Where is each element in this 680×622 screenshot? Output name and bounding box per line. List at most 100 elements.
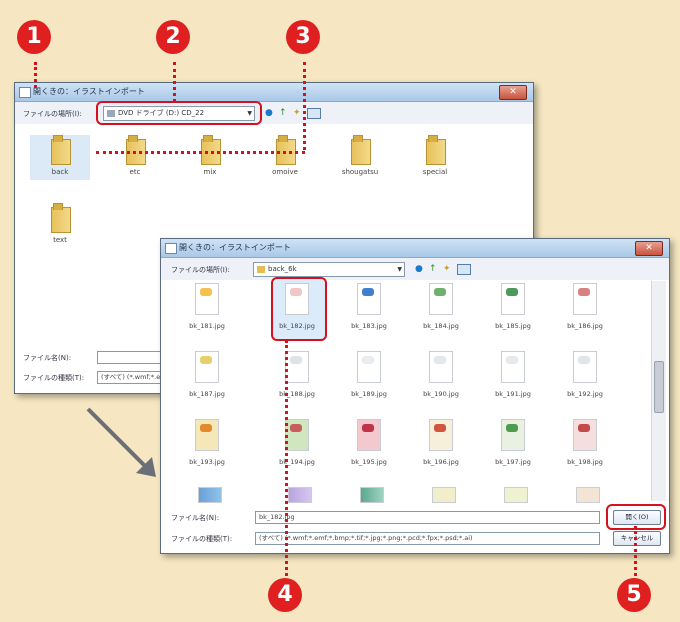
- file-thumb[interactable]: bk_196.jpg: [409, 419, 473, 466]
- file-preview: [501, 283, 525, 315]
- file-thumb-partial[interactable]: [360, 487, 384, 503]
- file-thumb[interactable]: bk_189.jpg: [337, 351, 401, 398]
- file-thumb[interactable]: bk_193.jpg: [175, 419, 239, 466]
- file-name: bk_182.jpg: [279, 322, 315, 330]
- file-thumb-partial[interactable]: [432, 487, 456, 503]
- file-thumb[interactable]: bk_194.jpg: [265, 419, 329, 466]
- file-name: bk_189.jpg: [351, 390, 387, 398]
- new-folder-icon[interactable]: ✦: [293, 107, 301, 119]
- back-dialog-toolbar: ファイルの場所(I): DVD ドライブ (D:) CD_22 ▼ ● ↑ ✦: [15, 102, 533, 124]
- filetype-select[interactable]: (すべて) (*.wmf;*.emf;*.bmp;*.tif;*.jpg;*.p…: [255, 532, 600, 545]
- file-thumb[interactable]: bk_187.jpg: [175, 351, 239, 398]
- folder-icon: [201, 135, 221, 165]
- folder-etc[interactable]: etc: [105, 135, 165, 176]
- folder-label: omoive: [272, 168, 298, 176]
- folder-mix[interactable]: mix: [180, 135, 240, 176]
- file-thumb[interactable]: bk_195.jpg: [337, 419, 401, 466]
- file-name: bk_185.jpg: [495, 322, 531, 330]
- filetype-label: ファイルの種類(T):: [171, 535, 233, 543]
- cancel-button[interactable]: キャンセル: [613, 531, 661, 546]
- up-folder-icon[interactable]: ↑: [429, 263, 437, 275]
- file-thumb[interactable]: bk_188.jpg: [265, 351, 329, 398]
- folder-label: special: [422, 168, 448, 176]
- file-thumb-partial[interactable]: [504, 487, 528, 503]
- file-preview: [573, 351, 597, 383]
- file-name: bk_184.jpg: [423, 322, 459, 330]
- callout-line-1: [34, 62, 37, 88]
- folder-back[interactable]: back: [30, 135, 90, 180]
- lookin-combo[interactable]: back_6k ▼: [253, 262, 405, 277]
- file-thumb[interactable]: bk_192.jpg: [553, 351, 617, 398]
- file-thumb[interactable]: bk_182.jpg: [265, 283, 329, 330]
- new-folder-icon[interactable]: ✦: [443, 263, 451, 275]
- front-dialog-titlebar: 開くきの：イラストインポート ✕: [161, 239, 669, 258]
- file-thumb[interactable]: bk_185.jpg: [481, 283, 545, 330]
- file-thumb[interactable]: bk_197.jpg: [481, 419, 545, 466]
- callout-line-4: [285, 340, 288, 576]
- file-name: bk_192.jpg: [567, 390, 603, 398]
- folder-icon: [257, 265, 265, 273]
- step-badge-3: 3: [286, 20, 320, 54]
- file-thumb-partial[interactable]: [198, 487, 222, 503]
- back-dialog-titlebar: 開くきの：イラストインポート ✕: [15, 83, 533, 102]
- back-globe-icon[interactable]: ●: [415, 263, 423, 275]
- file-preview: [573, 283, 597, 315]
- up-folder-icon[interactable]: ↑: [279, 107, 287, 119]
- file-name: bk_186.jpg: [567, 322, 603, 330]
- step-badge-1: 1: [17, 20, 51, 54]
- file-preview: [357, 419, 381, 451]
- front-dialog-toolbar: ファイルの場所(I): back_6k ▼ ● ↑ ✦: [161, 258, 669, 280]
- file-preview: [195, 351, 219, 383]
- folder-shougatsu[interactable]: shougatsu: [330, 135, 390, 176]
- file-preview: [357, 283, 381, 315]
- close-button[interactable]: ✕: [635, 241, 663, 256]
- file-thumb[interactable]: bk_181.jpg: [175, 283, 239, 330]
- file-thumb[interactable]: bk_186.jpg: [553, 283, 617, 330]
- file-list-scrollbar[interactable]: [651, 281, 666, 501]
- file-name: bk_196.jpg: [423, 458, 459, 466]
- file-name: bk_198.jpg: [567, 458, 603, 466]
- file-preview: [429, 419, 453, 451]
- file-preview: [285, 283, 309, 315]
- view-menu-icon[interactable]: [457, 264, 471, 275]
- callout-line-3-horizontal: [96, 151, 305, 154]
- folder-icon: [126, 135, 146, 165]
- file-thumb[interactable]: bk_191.jpg: [481, 351, 545, 398]
- window-icon: [165, 243, 177, 254]
- file-thumb[interactable]: bk_190.jpg: [409, 351, 473, 398]
- file-preview: [429, 283, 453, 315]
- file-thumb[interactable]: bk_198.jpg: [553, 419, 617, 466]
- back-globe-icon[interactable]: ●: [265, 107, 273, 119]
- lookin-label: ファイルの場所(I):: [23, 110, 82, 118]
- close-button[interactable]: ✕: [499, 85, 527, 100]
- folder-text[interactable]: text: [30, 203, 90, 244]
- file-thumb-partial[interactable]: [576, 487, 600, 503]
- front-dialog: 開くきの：イラストインポート ✕ ファイルの場所(I): back_6k ▼ ●…: [160, 238, 670, 554]
- window-icon: [19, 87, 31, 98]
- file-thumb-partial[interactable]: [288, 487, 312, 503]
- folder-label: back: [51, 168, 69, 176]
- file-name: bk_197.jpg: [495, 458, 531, 466]
- file-preview: [285, 419, 309, 451]
- filename-label: ファイル名(N):: [171, 514, 220, 522]
- file-preview: [501, 419, 525, 451]
- view-menu-icon[interactable]: [307, 108, 321, 119]
- step-badge-4: 4: [268, 578, 302, 612]
- file-preview: [429, 351, 453, 383]
- back-filename-input[interactable]: [97, 351, 162, 364]
- filename-input[interactable]: bk_182.jpg: [255, 511, 600, 524]
- file-preview: [357, 351, 381, 383]
- file-thumb[interactable]: bk_183.jpg: [337, 283, 401, 330]
- back-dialog-title: 開くきの：イラストインポート: [33, 87, 145, 96]
- callout-line-3: [303, 62, 306, 150]
- folder-icon: [426, 135, 446, 165]
- back-filetype-select[interactable]: (すべて) (*.wmf;*.emf...: [97, 371, 162, 384]
- file-thumb[interactable]: bk_184.jpg: [409, 283, 473, 330]
- folder-omoive[interactable]: omoive: [255, 135, 315, 176]
- scrollbar-thumb[interactable]: [654, 361, 664, 413]
- callout-line-2: [173, 62, 176, 102]
- back-filename-label: ファイル名(N):: [23, 354, 72, 362]
- folder-special[interactable]: special: [405, 135, 465, 176]
- close-icon: ✕: [509, 87, 517, 97]
- step-badge-2: 2: [156, 20, 190, 54]
